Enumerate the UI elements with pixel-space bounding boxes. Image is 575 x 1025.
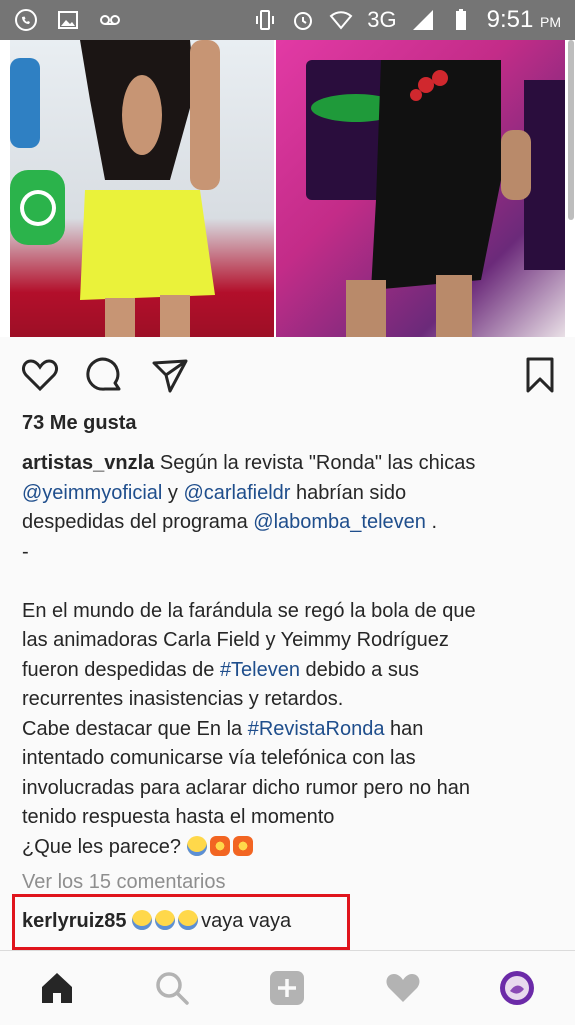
view-comments-link[interactable]: Ver los 15 comentarios [22, 871, 225, 895]
comment-username[interactable]: kerlyruiz85 [22, 910, 127, 932]
bottom-nav [0, 950, 575, 1025]
activity-heart-icon[interactable] [384, 969, 422, 1007]
comment-text: vaya vaya [201, 910, 292, 932]
wifi-icon [329, 11, 353, 30]
status-bar: 3G 9:51 PM [0, 0, 575, 40]
add-post-icon[interactable] [268, 969, 306, 1007]
image-notification-icon [58, 11, 78, 29]
scream-emoji-icon [155, 910, 176, 930]
voicemail-icon [100, 15, 120, 25]
search-icon[interactable] [153, 969, 191, 1007]
heart-icon[interactable] [20, 355, 60, 395]
signal-icon [412, 10, 433, 30]
photo-left-illustration [10, 40, 220, 337]
collision-emoji-icon [209, 835, 230, 856]
likes-count[interactable]: 73 Me gusta [22, 412, 136, 435]
post-actions [0, 345, 575, 405]
whatsapp-notification-icon [15, 9, 37, 31]
vibrate-icon [256, 10, 275, 30]
hashtag-link[interactable]: #Televen [220, 659, 300, 681]
post-image[interactable] [0, 40, 575, 337]
scream-emoji-icon [132, 910, 153, 930]
hashtag-link[interactable]: #RevistaRonda [248, 718, 385, 740]
collision-emoji-icon [232, 835, 253, 856]
clock: 9:51 PM [486, 6, 561, 33]
home-icon[interactable] [38, 969, 76, 1007]
post-caption: artistas_vnzla Según la revista "Ronda" … [22, 452, 476, 858]
scrollbar[interactable] [568, 40, 574, 220]
comment-icon[interactable] [85, 355, 125, 395]
photo-right [276, 40, 565, 337]
mention-link[interactable]: @carlafieldr [183, 482, 290, 504]
scream-emoji-icon [178, 910, 199, 930]
profile-avatar[interactable] [498, 969, 536, 1007]
caption-username[interactable]: artistas_vnzla [22, 452, 154, 474]
photo-right-illustration [306, 60, 565, 337]
network-type: 3G [367, 7, 397, 32]
share-icon[interactable] [150, 355, 190, 395]
mention-link[interactable]: @yeimmyoficial [22, 482, 162, 504]
photo-left [10, 40, 274, 337]
comment: kerlyruiz85 vaya vaya [22, 910, 291, 933]
battery-icon [455, 9, 466, 30]
mention-link[interactable]: @labomba_televen [253, 511, 426, 533]
bookmark-icon[interactable] [520, 355, 560, 395]
scream-emoji-icon [186, 835, 207, 856]
alarm-icon [294, 12, 313, 30]
